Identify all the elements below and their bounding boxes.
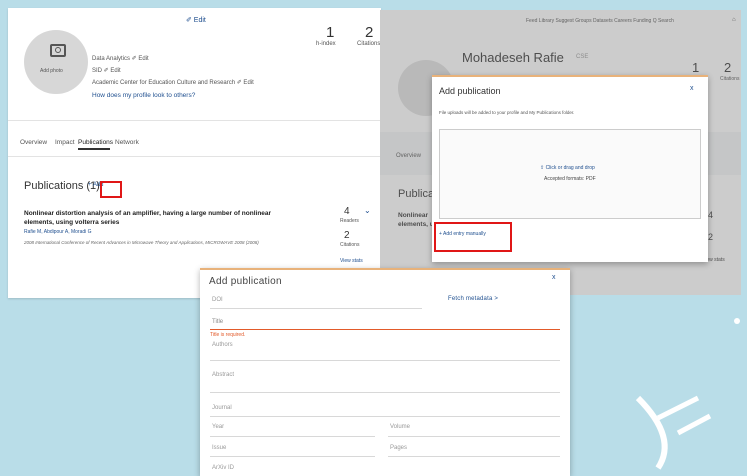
institution-line[interactable]: SID ✐ Edit xyxy=(92,67,121,74)
citations-count: 2 xyxy=(344,230,350,241)
upload-link[interactable]: ⇪ Click or drag and drop xyxy=(540,165,595,171)
manual-entry-form: Add publication x DOI Fetch metadata > T… xyxy=(200,268,570,476)
citations-value: 2 xyxy=(365,24,374,41)
abstract-underline xyxy=(210,392,560,393)
doi-input[interactable]: DOI xyxy=(212,297,223,303)
citations-label: Citations xyxy=(357,41,381,47)
profile-preview-link[interactable]: How does my profile look to others? xyxy=(92,92,195,99)
discipline-line[interactable]: Data Analytics ✐ Edit xyxy=(92,55,149,62)
year-underline xyxy=(210,436,375,437)
citations-count-label: Citations xyxy=(340,242,360,248)
highlight-box xyxy=(434,222,512,252)
issue-underline xyxy=(210,456,375,457)
decor-glyph xyxy=(635,395,712,470)
add-photo-label: Add photo xyxy=(40,68,63,74)
fetch-metadata-button[interactable]: Fetch metadata > xyxy=(448,296,498,302)
authors-input[interactable]: Authors xyxy=(212,342,233,348)
readers-label: Readers xyxy=(340,218,359,224)
tab-impact[interactable]: Impact xyxy=(55,139,75,146)
highlight-box xyxy=(100,181,122,198)
chevron-down-icon[interactable]: ⌄ xyxy=(364,206,371,215)
active-tab-indicator xyxy=(78,148,110,150)
upload-screen: Feed Library Suggest Groups Datasets Car… xyxy=(380,10,741,295)
doi-underline xyxy=(210,308,422,309)
title-input[interactable]: Title xyxy=(212,319,223,325)
title-error: Title is required. xyxy=(210,332,246,338)
pages-underline xyxy=(388,456,560,457)
camera-icon xyxy=(50,44,66,57)
arxiv-input[interactable]: ArXiv ID xyxy=(212,465,234,471)
journal-underline xyxy=(210,416,560,417)
tab-publications[interactable]: Publications xyxy=(78,139,113,146)
accepted-formats: Accepted formats: PDF xyxy=(544,176,596,182)
close-icon[interactable]: x xyxy=(690,85,694,92)
avatar[interactable]: Add photo xyxy=(24,30,88,94)
authors-underline xyxy=(210,360,560,361)
journal-input[interactable]: Journal xyxy=(212,405,232,411)
issue-input[interactable]: Issue xyxy=(212,445,226,451)
modal-note: File uploads will be added to your profi… xyxy=(439,110,575,115)
readers-value: 4 xyxy=(344,206,350,217)
tab-overview[interactable]: Overview xyxy=(20,139,47,146)
divider xyxy=(8,156,381,157)
pages-input[interactable]: Pages xyxy=(390,445,407,451)
volume-input[interactable]: Volume xyxy=(390,424,410,430)
tab-network[interactable]: Network xyxy=(115,139,139,146)
divider xyxy=(8,120,381,121)
modal-title: Add publication xyxy=(439,86,501,96)
publication-venue: 2008 International Conference of Recent … xyxy=(24,240,259,245)
publication-title[interactable]: Nonlinear distortion analysis of an ampl… xyxy=(24,209,274,227)
publication-authors[interactable]: Rafie M, Abdipour A, Moradi G xyxy=(24,229,92,235)
department-line[interactable]: Academic Center for Education Culture an… xyxy=(92,79,254,86)
file-drop-zone[interactable]: ⇪ Click or drag and drop Accepted format… xyxy=(439,129,701,219)
volume-underline xyxy=(388,436,560,437)
view-stats-link[interactable]: View stats xyxy=(340,258,363,264)
profile-panel: Add photo ✐ Edit Data Analytics ✐ Edit S… xyxy=(8,8,381,298)
title-underline xyxy=(210,329,560,330)
close-icon[interactable]: x xyxy=(552,274,556,281)
edit-name-link[interactable]: ✐ Edit xyxy=(186,16,206,24)
h-index-value: 1 xyxy=(326,24,335,41)
year-input[interactable]: Year xyxy=(212,424,224,430)
decor-dot xyxy=(734,318,740,324)
abstract-input[interactable]: Abstract xyxy=(212,372,234,378)
h-index-label: h-index xyxy=(316,41,336,47)
form-title: Add publication xyxy=(209,276,282,287)
